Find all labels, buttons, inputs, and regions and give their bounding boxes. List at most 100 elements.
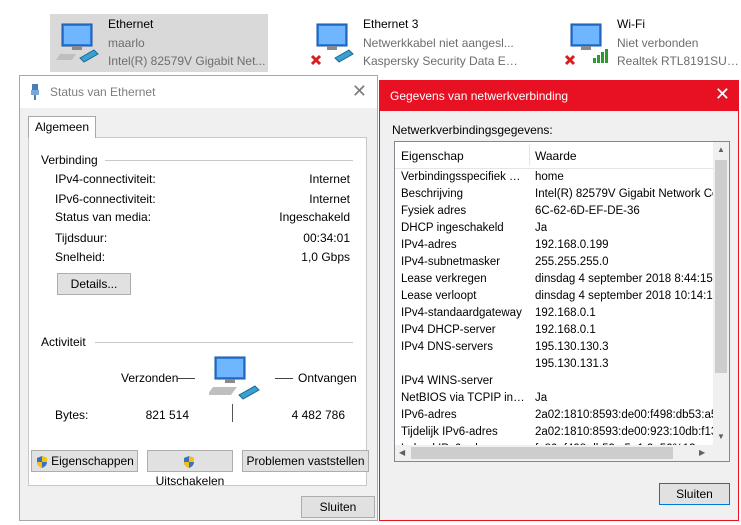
list-item[interactable]: Tijdelijk IPv6-adres 2a02:1810:8593:de00:… xyxy=(395,425,714,442)
property-cell: IPv4 DHCP-server xyxy=(401,324,496,336)
list-item[interactable]: IPv4-standaardgateway 192.168.0.1 xyxy=(395,306,714,323)
value-cell: home xyxy=(535,171,564,183)
column-value-header[interactable]: Waarde xyxy=(535,149,577,163)
duration-label: Tijdsduur: xyxy=(55,231,108,245)
scroll-down-icon[interactable]: ▼ xyxy=(717,432,725,441)
adapter-name: Ethernet 3 xyxy=(363,17,419,31)
duration-value: 00:34:01 xyxy=(303,231,350,245)
adapter-network: Niet verbonden xyxy=(617,36,699,50)
adapter-ethernet-3[interactable]: Ethernet 3 Netwerkkabel niet aangesl... … xyxy=(305,14,525,72)
received-line xyxy=(275,378,293,379)
media-status-value: Ingeschakeld xyxy=(279,210,350,224)
list-item[interactable]: Beschrijving Intel(R) 82579V Gigabit Netw… xyxy=(395,187,714,204)
adapter-ethernet[interactable]: Ethernet maarlo Intel(R) 82579V Gigabit … xyxy=(50,14,268,72)
uac-shield-icon xyxy=(37,455,48,468)
column-property-header[interactable]: Eigenschap xyxy=(401,149,464,163)
adapter-device: Intel(R) 82579V Gigabit Net... xyxy=(108,54,266,68)
horizontal-scrollbar[interactable]: ◀ ▶ xyxy=(395,445,729,461)
adapter-device: Kaspersky Security Data Esc... xyxy=(363,54,523,68)
list-item[interactable]: Fysiek adres 6C-62-6D-EF-DE-36 xyxy=(395,204,714,221)
adapter-device: Realtek RTL8191SU Wi xyxy=(617,54,741,68)
listview-header: Eigenschap Waarde xyxy=(395,142,714,169)
property-cell: IPv4 WINS-server xyxy=(401,375,494,387)
diagnose-button[interactable]: Problemen vaststellen xyxy=(242,450,369,472)
value-cell: Ja xyxy=(535,222,548,234)
property-cell: NetBIOS via TCPIP inge... xyxy=(401,392,527,404)
scrollbar-thumb[interactable] xyxy=(411,447,673,459)
property-cell: Beschrijving xyxy=(401,188,463,200)
property-cell: Verbindingsspecifiek DN... xyxy=(401,171,527,183)
value-cell: 192.168.0.199 xyxy=(535,239,609,251)
ipv4-connectivity-value: Internet xyxy=(309,172,350,186)
status-dialog: Status van Ethernet ✕ Algemeen Verbindin… xyxy=(19,75,378,521)
property-cell: IPv6-adres xyxy=(401,409,457,421)
value-cell: 6C-62-6D-EF-DE-36 xyxy=(535,205,640,217)
list-item[interactable]: DHCP ingeschakeld Ja xyxy=(395,221,714,238)
value-cell: dinsdag 4 september 2018 10:14:14 xyxy=(535,290,713,302)
group-divider xyxy=(105,160,353,161)
close-icon[interactable]: ✕ xyxy=(715,84,730,105)
list-item[interactable]: Verbindingsspecifiek DN... home xyxy=(395,170,714,187)
details-button[interactable]: Details... xyxy=(57,273,131,295)
value-cell: Ja xyxy=(535,392,548,404)
ipv6-connectivity-value: Internet xyxy=(309,192,350,206)
scroll-left-icon[interactable]: ◀ xyxy=(399,448,405,457)
bytes-divider xyxy=(232,404,233,422)
bytes-sent-value: 821 514 xyxy=(145,408,189,422)
list-item[interactable]: Lease verloopt dinsdag 4 september 2018 1… xyxy=(395,289,714,306)
list-item[interactable]: NetBIOS via TCPIP inge... Ja xyxy=(395,391,714,408)
connection-group-title: Verbinding xyxy=(41,153,98,167)
property-cell: IPv4-adres xyxy=(401,239,457,251)
details-listview[interactable]: Eigenschap Waarde Verbindingsspecifiek D… xyxy=(394,141,730,462)
close-icon[interactable]: ✕ xyxy=(352,81,367,102)
details-dialog-title: Gegevens van netwerkverbinding xyxy=(390,89,569,103)
network-adapter-disconnected-icon xyxy=(310,23,354,66)
sent-line xyxy=(177,378,195,379)
adapter-wifi[interactable]: Wi-Fi Niet verbonden Realtek RTL8191SU W… xyxy=(559,14,741,72)
value-cell: 192.168.0.1 xyxy=(535,307,596,319)
vertical-scrollbar[interactable]: ▲ ▼ xyxy=(713,142,729,445)
property-cell: Tijdelijk IPv6-adres xyxy=(401,426,498,438)
list-item[interactable]: IPv4 DHCP-server 192.168.0.1 xyxy=(395,323,714,340)
ethernet-plug-icon xyxy=(31,84,39,100)
properties-button-label: Eigenschappen xyxy=(51,454,134,468)
listview-rows: Verbindingsspecifiek DN... home Beschrijvi… xyxy=(395,170,714,459)
details-titlebar[interactable]: Gegevens van netwerkverbinding ✕ xyxy=(380,81,738,111)
list-item[interactable]: IPv4-subnetmasker 255.255.255.0 xyxy=(395,255,714,272)
scrollbar-thumb[interactable] xyxy=(715,160,727,373)
value-cell: 192.168.0.1 xyxy=(535,324,596,336)
value-cell: 2a02:1810:8593:de00:923:10db:f138 xyxy=(535,426,713,438)
value-cell: 255.255.255.0 xyxy=(535,256,609,268)
column-separator[interactable] xyxy=(529,144,530,166)
properties-button[interactable]: Eigenschappen xyxy=(31,450,138,472)
scroll-up-icon[interactable]: ▲ xyxy=(717,145,725,154)
close-button[interactable]: Sluiten xyxy=(301,496,375,518)
list-item[interactable]: IPv4 DNS-servers 195.130.130.3 xyxy=(395,340,714,357)
value-cell: 2a02:1810:8593:de00:f498:db53:a5a xyxy=(535,409,713,421)
speed-value: 1,0 Gbps xyxy=(301,250,350,264)
list-item[interactable]: IPv6-adres 2a02:1810:8593:de00:f498:db53:… xyxy=(395,408,714,425)
disable-button-label: Uitschakelen xyxy=(155,474,225,488)
ipv6-connectivity-label: IPv6-connectiviteit: xyxy=(55,192,156,206)
disable-button[interactable]: Uitschakelen xyxy=(147,450,233,488)
activity-group-title: Activiteit xyxy=(41,335,86,349)
property-cell: IPv4-subnetmasker xyxy=(401,256,501,268)
status-titlebar[interactable]: Status van Ethernet ✕ xyxy=(20,76,377,108)
list-item[interactable]: IPv4 WINS-server xyxy=(395,374,714,391)
list-item[interactable]: Lease verkregen dinsdag 4 september 2018 … xyxy=(395,272,714,289)
scroll-right-icon[interactable]: ▶ xyxy=(699,448,705,457)
network-adapter-icon xyxy=(56,23,99,63)
property-cell: IPv4-standaardgateway xyxy=(401,307,522,319)
adapter-network: maarlo xyxy=(108,36,145,50)
list-item[interactable]: IPv4-adres 192.168.0.199 xyxy=(395,238,714,255)
tab-general[interactable]: Algemeen xyxy=(28,116,96,138)
general-panel: Verbinding IPv4-connectiviteit: Internet… xyxy=(28,137,367,486)
sent-label: Verzonden xyxy=(121,371,179,385)
value-cell: 195.130.130.3 xyxy=(535,341,609,353)
list-item[interactable]: 195.130.131.3 xyxy=(395,357,714,374)
details-section-label: Netwerkverbindingsgegevens: xyxy=(392,123,553,137)
property-cell: IPv4 DNS-servers xyxy=(401,341,494,353)
bytes-received-value: 4 482 786 xyxy=(291,408,345,422)
value-cell: Intel(R) 82579V Gigabit Network Conn xyxy=(535,188,713,200)
details-close-button[interactable]: Sluiten xyxy=(659,483,730,505)
